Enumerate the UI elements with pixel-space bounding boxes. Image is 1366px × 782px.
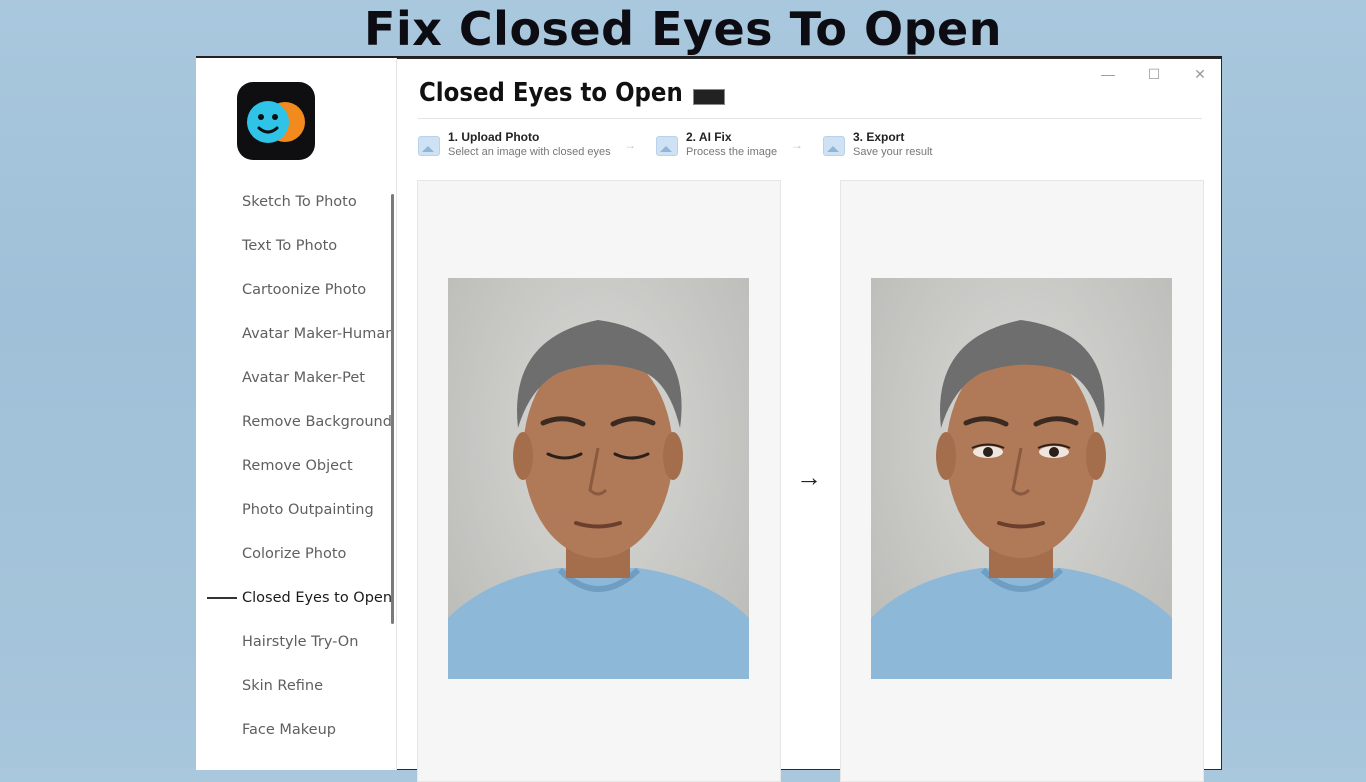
sidebar-item-cartoonize-photo[interactable]: Cartoonize Photo xyxy=(196,268,391,312)
sidebar-item-label: Skin Refine xyxy=(242,678,324,694)
step-subtitle: Select an image with closed eyes xyxy=(448,146,611,158)
arrow-right-icon: → xyxy=(624,138,636,152)
step-title: 3. Export xyxy=(853,130,905,144)
sidebar-nav: Sketch To Photo Text To Photo Cartoonize… xyxy=(196,180,395,752)
sidebar-item-label: Cartoonize Photo xyxy=(242,282,367,298)
sidebar-item-label: Remove Object xyxy=(242,458,353,474)
portrait-closed-eyes xyxy=(448,320,749,679)
sidebar-item-avatar-maker-pet[interactable]: Avatar Maker-Pet xyxy=(196,356,391,400)
step-title: 1. Upload Photo xyxy=(448,130,540,144)
arrow-right-icon: → xyxy=(796,462,822,492)
sidebar-item-label: Sketch To Photo xyxy=(242,194,357,210)
image-icon xyxy=(823,136,845,156)
sidebar-item-label: Closed Eyes to Open xyxy=(242,590,393,606)
sidebar-item-label: Face Makeup xyxy=(242,722,336,738)
sidebar-item-colorize-photo[interactable]: Colorize Photo xyxy=(196,532,391,576)
sidebar-item-face-makeup[interactable]: Face Makeup xyxy=(196,708,391,752)
close-icon[interactable]: ✕ xyxy=(1188,64,1212,84)
result-panel[interactable] xyxy=(840,180,1204,782)
header-divider xyxy=(418,118,1202,119)
sidebar-item-closed-eyes-to-open[interactable]: Closed Eyes to Open xyxy=(196,576,393,620)
sidebar-item-text-to-photo[interactable]: Text To Photo xyxy=(196,224,391,268)
sidebar-item-remove-object[interactable]: Remove Object xyxy=(196,444,391,488)
sidebar-item-label: Hairstyle Try-On xyxy=(242,634,359,650)
portrait-open-eyes xyxy=(871,320,1172,679)
step-subtitle: Process the image xyxy=(686,146,778,158)
input-panel[interactable] xyxy=(417,180,781,782)
sidebar-item-label: Colorize Photo xyxy=(242,546,347,562)
sidebar-scrollbar[interactable] xyxy=(391,194,394,624)
sidebar-item-hairstyle-try-on[interactable]: Hairstyle Try-On xyxy=(196,620,391,664)
sidebar-item-photo-outpainting[interactable]: Photo Outpainting xyxy=(196,488,391,532)
title-badge xyxy=(693,89,725,105)
banner-title: Fix Closed Eyes To Open xyxy=(364,2,1002,56)
minimize-icon[interactable]: — xyxy=(1096,64,1120,84)
result-photo xyxy=(871,278,1172,679)
page-title: Closed Eyes to Open xyxy=(419,78,683,108)
step-title: 2. AI Fix xyxy=(686,130,732,144)
sidebar-item-avatar-maker-human[interactable]: Avatar Maker-Human xyxy=(196,312,395,356)
image-icon xyxy=(656,136,678,156)
sidebar-item-label: Avatar Maker-Human xyxy=(242,326,395,342)
maximize-icon[interactable]: ☐ xyxy=(1142,64,1166,84)
app-logo-icon xyxy=(247,101,305,143)
sidebar-item-remove-background[interactable]: Remove Background xyxy=(196,400,392,444)
sidebar-item-skin-refine[interactable]: Skin Refine xyxy=(196,664,391,708)
app-window: Sketch To Photo Text To Photo Cartoonize… xyxy=(196,56,1222,782)
sidebar-item-label: Photo Outpainting xyxy=(242,502,374,518)
step-subtitle: Save your result xyxy=(853,146,933,158)
sidebar-item-label: Remove Background xyxy=(242,414,392,430)
original-photo xyxy=(448,278,749,679)
sidebar-item-label: Text To Photo xyxy=(242,238,338,254)
image-icon xyxy=(418,136,440,156)
sidebar: Sketch To Photo Text To Photo Cartoonize… xyxy=(196,58,397,770)
arrow-right-icon: → xyxy=(791,138,803,152)
sidebar-item-sketch-to-photo[interactable]: Sketch To Photo xyxy=(196,180,391,224)
app-logo xyxy=(237,82,315,160)
sidebar-item-label: Avatar Maker-Pet xyxy=(242,370,365,386)
